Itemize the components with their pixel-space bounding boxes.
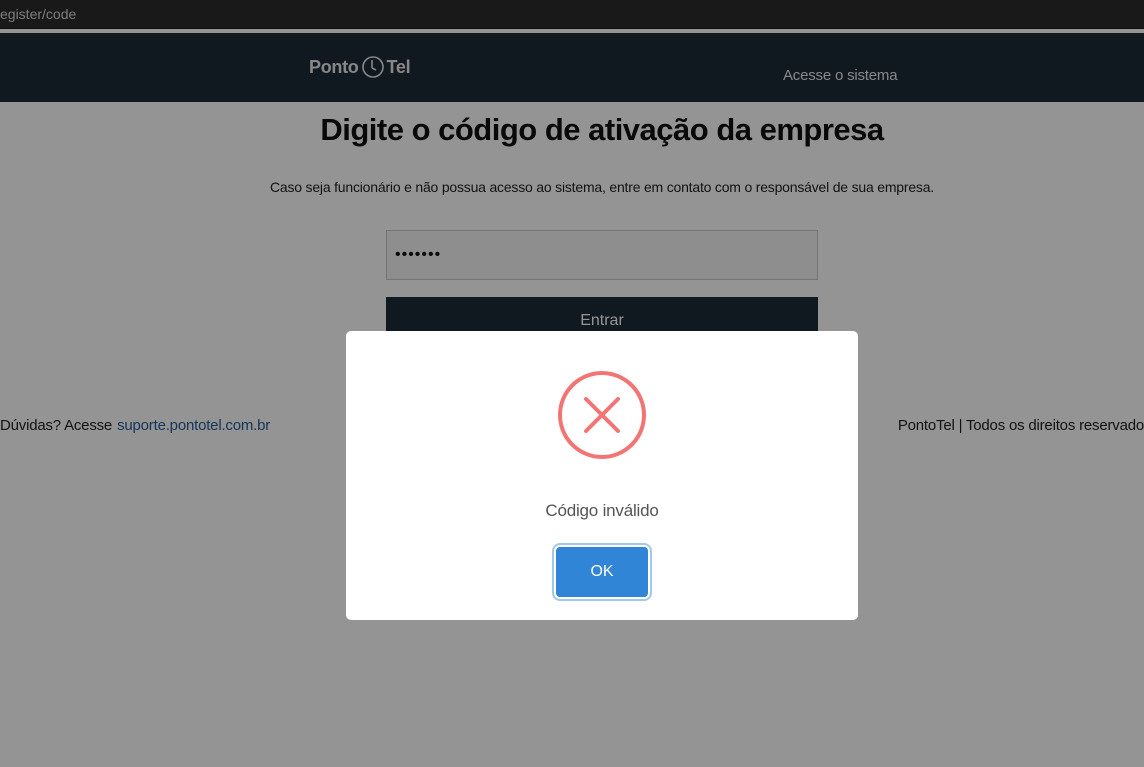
- modal-backdrop[interactable]: Código inválido OK: [0, 0, 1144, 767]
- ok-button[interactable]: OK: [556, 547, 648, 597]
- error-dialog: Código inválido OK: [346, 331, 858, 620]
- error-x-icon: [558, 371, 646, 459]
- dialog-message: Código inválido: [545, 501, 659, 520]
